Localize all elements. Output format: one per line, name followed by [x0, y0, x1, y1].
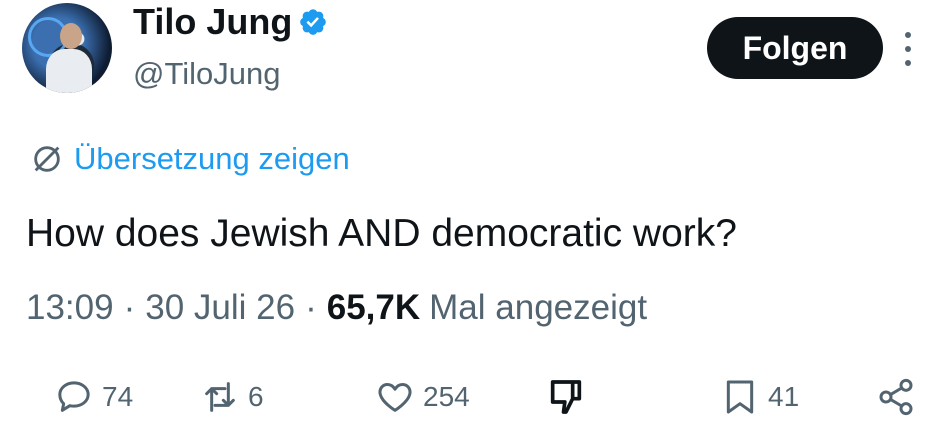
tweet-meta: 13:09 · 30 Juli 26 · 65,7K Mal angezeigt	[26, 288, 647, 328]
bookmark-icon	[726, 380, 754, 414]
tweet-date[interactable]: 30 Juli 26	[145, 288, 295, 328]
reply-count: 74	[102, 381, 134, 412]
translate-label[interactable]: Übersetzung zeigen	[74, 141, 350, 177]
bookmark-button[interactable]: 41	[720, 377, 799, 417]
meta-separator: ·	[123, 288, 136, 327]
author-name-row: Tilo Jung	[133, 2, 328, 42]
tweet-actions: 74 6 254 41	[0, 377, 951, 429]
author-name[interactable]: Tilo Jung	[133, 2, 292, 42]
like-count: 254	[423, 381, 470, 412]
reply-button[interactable]: 74	[54, 377, 133, 417]
repost-count: 6	[248, 381, 264, 412]
repost-icon	[205, 382, 235, 412]
dislike-button[interactable]	[546, 377, 594, 417]
views-label: Mal angezeigt	[429, 288, 648, 327]
share-button[interactable]	[876, 377, 924, 417]
repost-button[interactable]: 6	[200, 377, 264, 417]
author-handle[interactable]: @TiloJung	[133, 56, 281, 92]
like-button[interactable]: 254	[375, 377, 470, 417]
avatar[interactable]	[22, 3, 112, 93]
share-icon	[879, 378, 913, 416]
translate-icon	[34, 146, 60, 172]
tweet-text: How does Jewish AND democratic work?	[26, 212, 737, 255]
avatar-body	[46, 49, 92, 93]
avatar-head	[60, 23, 82, 49]
tweet-time[interactable]: 13:09	[26, 288, 114, 328]
meta-separator: ·	[305, 288, 317, 327]
verified-badge-icon	[300, 9, 327, 35]
translate-link[interactable]: Übersetzung zeigen	[30, 141, 350, 177]
heart-icon	[378, 383, 412, 412]
follow-button[interactable]: Folgen	[707, 17, 883, 79]
thumbs-down-icon	[550, 380, 582, 414]
views-count: 65,7K	[326, 288, 421, 327]
more-options-icon[interactable]	[901, 32, 915, 66]
bookmark-count: 41	[768, 381, 800, 412]
reply-icon	[58, 381, 90, 412]
